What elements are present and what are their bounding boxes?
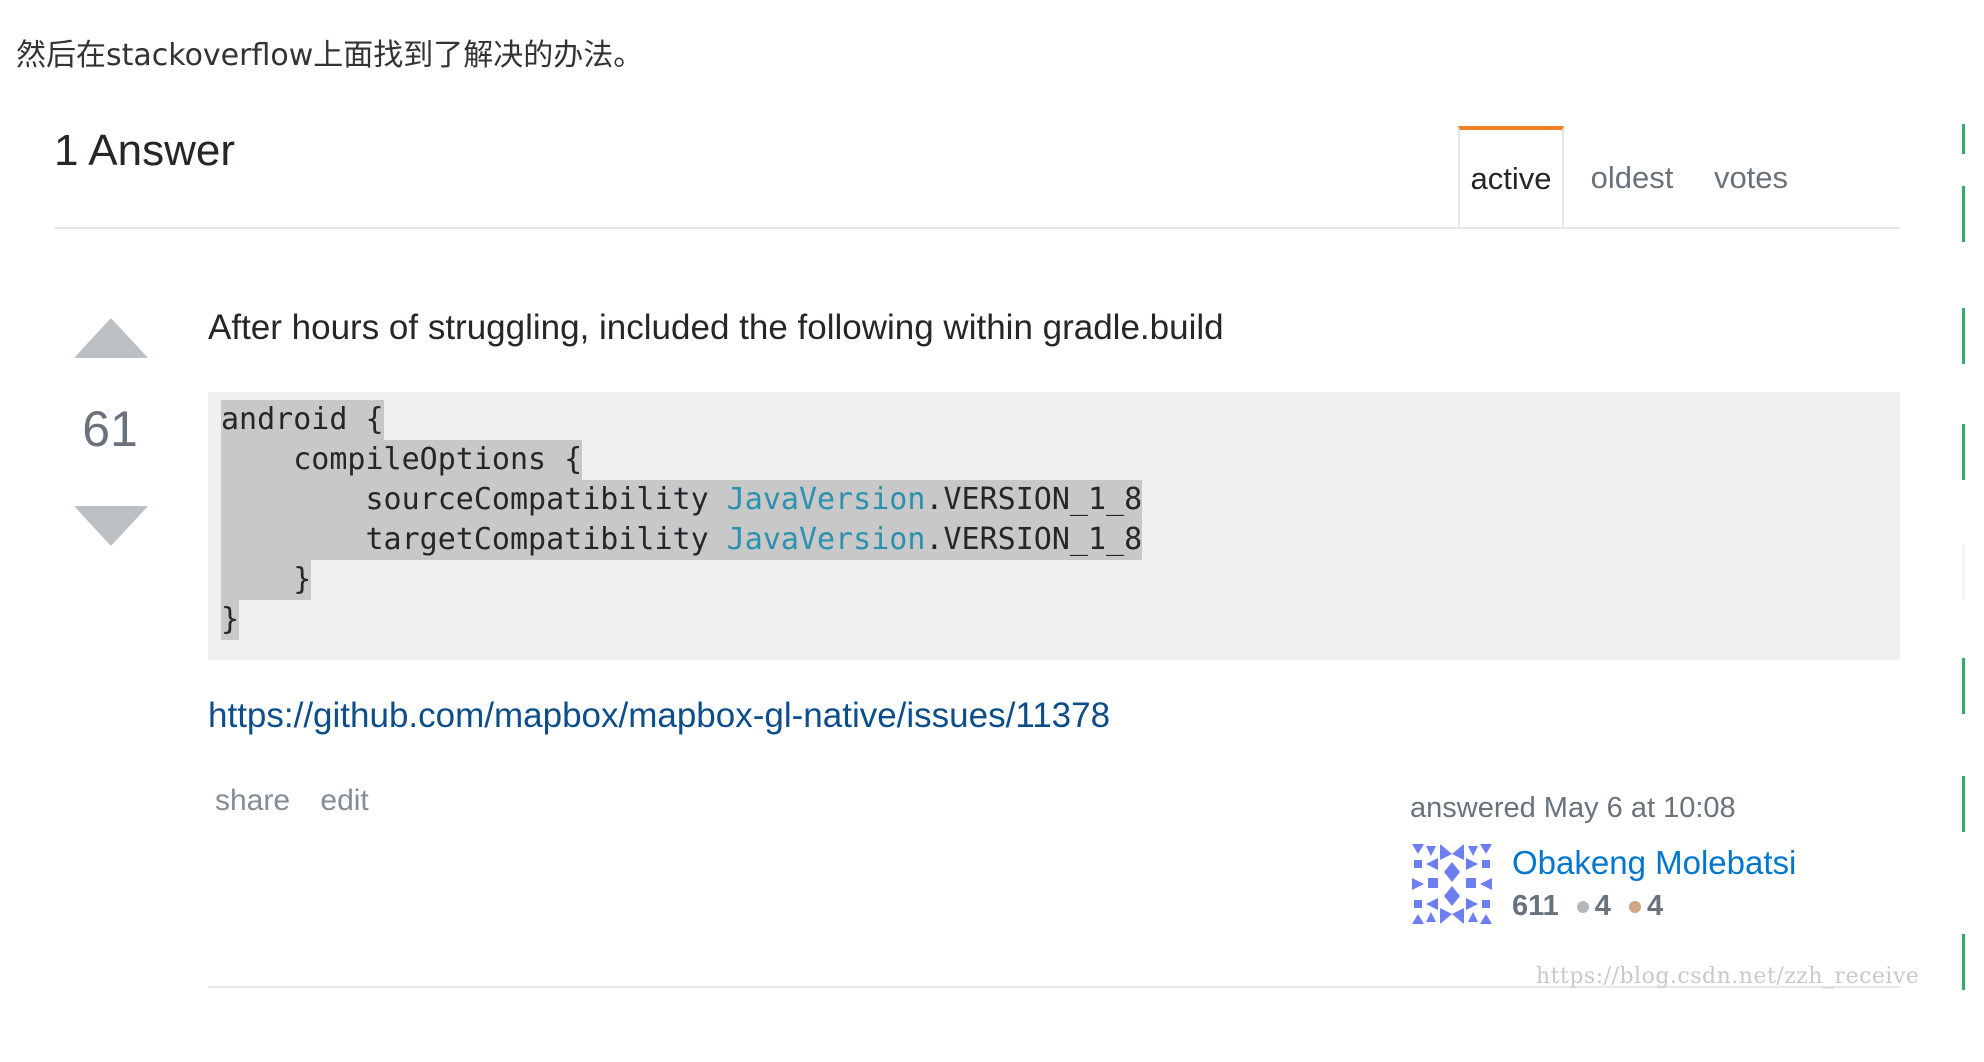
tab-active[interactable]: active (1458, 126, 1564, 229)
vote-count: 61 (82, 401, 138, 457)
answers-count-header: 1 Answer (54, 126, 235, 175)
share-link[interactable]: share (215, 784, 290, 817)
reputation-score: 611 (1512, 890, 1559, 922)
edit-link[interactable]: edit (320, 784, 368, 817)
watermark: https://blog.csdn.net/zzh_receive (1536, 964, 1920, 989)
header-divider (54, 227, 1900, 229)
identicon-icon (1412, 844, 1492, 924)
page: 然后在stackoverflow上面找到了解决的办法。 1 Answer act… (0, 0, 1984, 1062)
code-line: } (221, 560, 312, 600)
github-issue-link[interactable]: https://github.com/mapbox/mapbox-gl-nati… (208, 696, 1110, 736)
code-line: sourceCompatibility JavaVersion.VERSION_… (221, 480, 1143, 520)
user-name-link[interactable]: Obakeng Molebatsi (1512, 844, 1796, 882)
code-line: compileOptions { (221, 440, 583, 480)
code-line: android { (221, 400, 384, 440)
answered-time: answered May 6 at 10:08 (1410, 792, 1736, 824)
code-type-token: JavaVersion (726, 482, 926, 517)
code-block: android { compileOptions { sourceCompati… (208, 392, 1900, 660)
user-reputation: 611 4 4 (1512, 890, 1663, 923)
tab-votes[interactable]: votes (1696, 126, 1806, 229)
right-edge-bars (1962, 120, 1966, 990)
intro-text: 然后在stackoverflow上面找到了解决的办法。 (16, 38, 644, 73)
bronze-badge-icon (1628, 900, 1641, 913)
code-line: targetCompatibility JavaVersion.VERSION_… (221, 520, 1143, 560)
tab-oldest[interactable]: oldest (1576, 126, 1688, 229)
downvote-arrow-icon[interactable] (74, 506, 148, 546)
bronze-badge-count: 4 (1646, 890, 1664, 922)
post-menu: share edit (215, 784, 391, 818)
upvote-arrow-icon[interactable] (74, 318, 148, 358)
silver-badge-icon (1576, 900, 1589, 913)
user-avatar[interactable] (1412, 844, 1492, 924)
code-line: } (221, 600, 240, 640)
silver-badge-count: 4 (1594, 890, 1611, 922)
answer-body-text: After hours of struggling, included the … (208, 308, 1224, 347)
code-type-token: JavaVersion (726, 522, 926, 557)
